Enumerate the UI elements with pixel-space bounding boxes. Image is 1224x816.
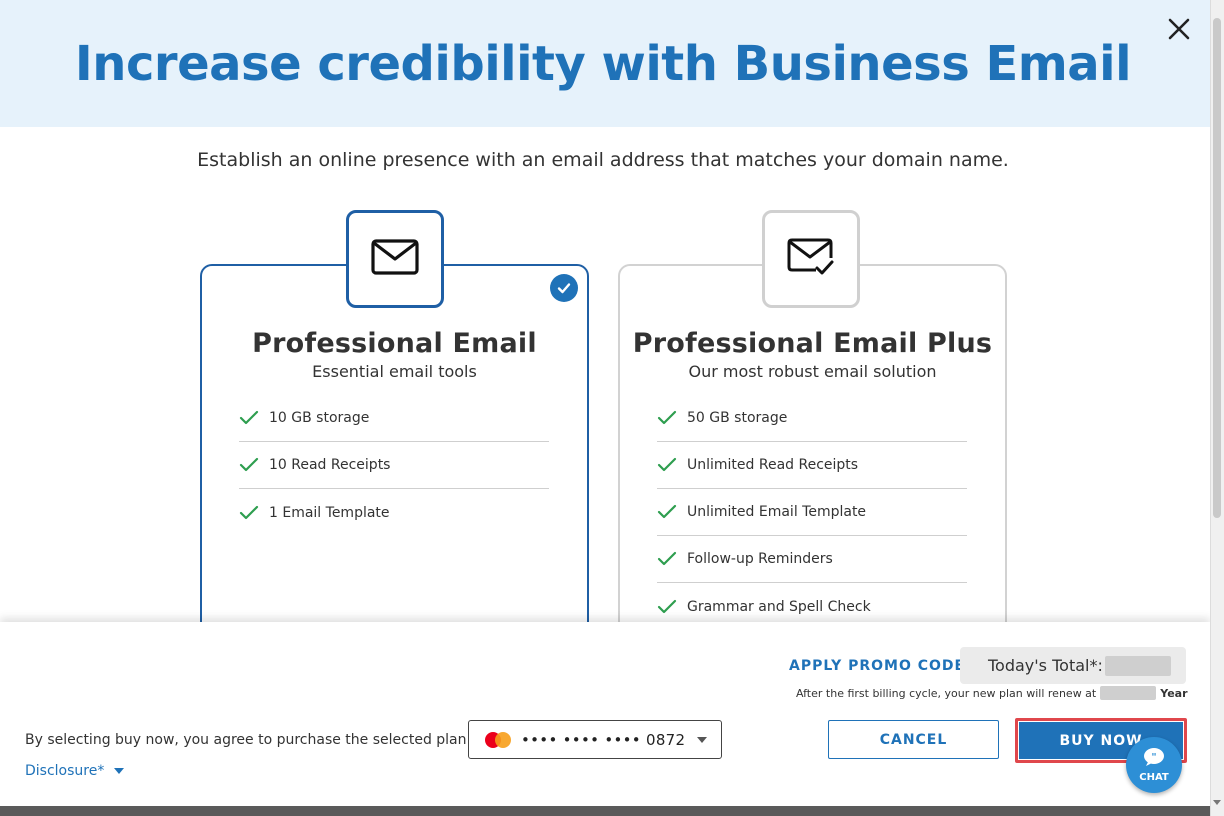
disclosure-label: Disclosure* [25, 763, 105, 779]
checkmark-icon [657, 504, 685, 520]
mastercard-icon [483, 731, 513, 749]
feature-item: 1 Email Template [239, 489, 549, 536]
feature-item: Follow-up Reminders [657, 536, 967, 583]
backdrop-strip [0, 806, 1210, 816]
plan-description: Essential email tools [312, 362, 477, 381]
checkmark-icon [657, 457, 685, 473]
plan-icon-box [762, 210, 860, 308]
feature-label: Follow-up Reminders [687, 551, 833, 567]
redacted-price [1104, 655, 1171, 676]
feature-label: Unlimited Email Template [687, 504, 867, 520]
svg-text:": " [1151, 752, 1156, 763]
purchase-agreement-text: By selecting buy now, you agree to purch… [25, 732, 501, 748]
disclosure-toggle[interactable]: Disclosure* [25, 763, 125, 779]
checkmark-icon [239, 505, 267, 521]
todays-total: Today's Total*: [960, 647, 1186, 684]
close-icon[interactable] [1164, 14, 1194, 44]
feature-item: 10 Read Receipts [239, 442, 549, 489]
checkmark-icon [657, 410, 685, 426]
feature-item: Unlimited Read Receipts [657, 442, 967, 489]
feature-item: 50 GB storage [657, 395, 967, 442]
payment-method-select[interactable]: •••• •••• •••• 0872 [468, 720, 722, 759]
feature-item: Unlimited Email Template [657, 489, 967, 536]
feature-label: Grammar and Spell Check [687, 598, 871, 615]
modal-subtitle: Establish an online presence with an ema… [197, 149, 1009, 171]
renewal-note: After the first billing cycle, your new … [796, 686, 1188, 700]
cancel-button[interactable]: CANCEL [828, 720, 999, 759]
chevron-down-icon [114, 768, 125, 774]
total-label: Today's Total*: [988, 656, 1103, 675]
checkmark-icon [657, 599, 685, 615]
feature-label: 10 GB storage [269, 410, 370, 426]
envelope-check-icon [786, 236, 836, 282]
redacted-renewal-price [1100, 686, 1157, 700]
plan-name: Professional Email Plus [632, 328, 993, 359]
chat-button[interactable]: " CHAT [1126, 737, 1182, 793]
checkmark-icon [239, 410, 267, 426]
checkmark-icon [239, 457, 267, 473]
chat-label: CHAT [1139, 772, 1169, 783]
renewal-period: Year [1160, 686, 1188, 700]
feature-label: 10 Read Receipts [269, 457, 391, 473]
plan-icon-box [346, 210, 444, 308]
plan-name: Professional Email [252, 328, 537, 359]
selected-check-icon [550, 274, 578, 302]
feature-label: 50 GB storage [687, 410, 788, 426]
modal-title: Increase credibility with Business Email [74, 36, 1132, 92]
feature-label: Unlimited Read Receipts [687, 457, 859, 473]
scroll-down-arrow-icon[interactable] [1213, 800, 1221, 805]
feature-item: 10 GB storage [239, 395, 549, 442]
business-email-modal: Increase credibility with Business Email… [0, 0, 1210, 806]
renewal-text: After the first billing cycle, your new … [796, 686, 1097, 700]
chevron-down-icon [697, 737, 707, 743]
plan-description: Our most robust email solution [688, 362, 937, 381]
apply-promo-code-link[interactable]: APPLY PROMO CODE [789, 658, 965, 674]
chat-bubble-icon: " [1142, 747, 1166, 771]
scrollbar-thumb[interactable] [1213, 18, 1221, 518]
feature-label: 1 Email Template [269, 504, 390, 521]
envelope-icon [370, 237, 420, 281]
card-number: •••• •••• •••• 0872 [521, 730, 686, 749]
checkmark-icon [657, 551, 685, 567]
